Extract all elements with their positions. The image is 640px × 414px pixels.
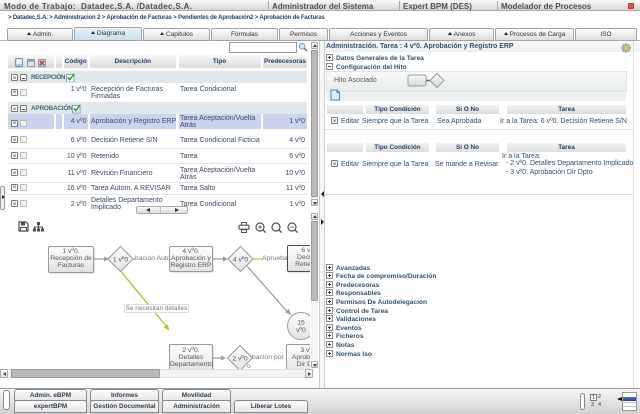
- svg-text:1 vº0: 1 vº0: [113, 257, 129, 264]
- svg-text:15: 15: [297, 320, 305, 327]
- svg-text:4 vº0: 4 vº0: [233, 257, 249, 264]
- svg-text:2 vº0: 2 vº0: [232, 356, 248, 363]
- svg-text:vº0: vº0: [296, 327, 306, 334]
